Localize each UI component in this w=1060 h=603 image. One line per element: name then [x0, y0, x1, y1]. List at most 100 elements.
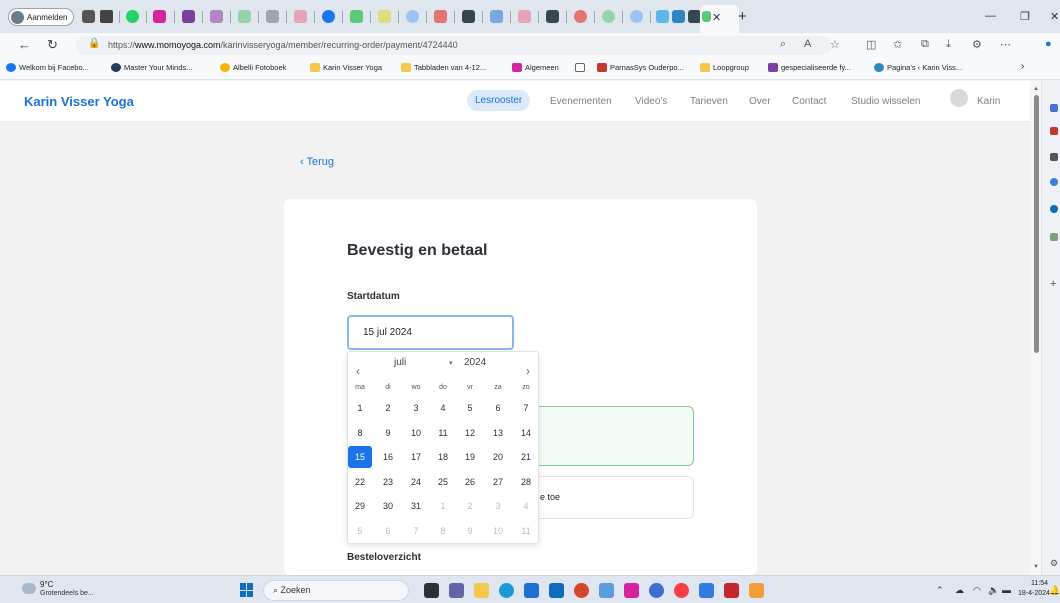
tab-icon[interactable] — [434, 10, 447, 23]
calendar-day[interactable]: 4 — [431, 397, 455, 419]
month-select[interactable]: juli — [394, 357, 406, 368]
windows-start-icon[interactable] — [240, 583, 254, 597]
favorites-icon[interactable]: ✩ — [893, 38, 902, 51]
calendar-day[interactable]: 17 — [404, 446, 428, 468]
calendar-day[interactable]: 25 — [431, 471, 455, 493]
instagram-taskbar-icon[interactable] — [624, 583, 639, 598]
nav-videos[interactable]: Video's — [635, 96, 667, 107]
bookmark-item[interactable]: gespecialiseerde fy... — [768, 63, 851, 72]
calendar-day[interactable]: 31 — [404, 495, 428, 517]
itunes-icon[interactable] — [674, 583, 689, 598]
close-tab-icon[interactable]: ✕ — [712, 11, 721, 24]
bookmark-folder[interactable]: Karin Visser Yoga — [310, 63, 382, 72]
calendar-day[interactable]: 21 — [514, 446, 538, 468]
powerpoint-icon[interactable] — [574, 583, 589, 598]
scroll-up-icon[interactable]: ▲ — [1033, 86, 1039, 92]
calendar-day[interactable]: 27 — [486, 471, 510, 493]
calendar-day[interactable]: 7 — [514, 397, 538, 419]
tab-icon[interactable] — [238, 10, 251, 23]
scroll-down-icon[interactable]: ▼ — [1033, 564, 1039, 570]
calendar-day[interactable]: 16 — [376, 446, 400, 468]
more-menu-icon[interactable]: ⋯ — [1000, 38, 1011, 51]
calendar-day[interactable]: 13 — [486, 422, 510, 444]
file-explorer-icon[interactable] — [474, 583, 489, 598]
calendar-day[interactable]: 5 — [458, 397, 482, 419]
app-icon[interactable] — [749, 583, 764, 598]
tab-icon[interactable] — [602, 10, 615, 23]
bookmark-item[interactable]: Master Your Minds... — [111, 63, 192, 72]
people-icon[interactable] — [1050, 153, 1058, 161]
split-screen-icon[interactable]: ◫ — [866, 38, 876, 51]
profile-button[interactable]: Aanmelden — [8, 8, 75, 26]
nav-user[interactable]: Karin — [977, 96, 1000, 107]
nav-contact[interactable]: Contact — [792, 96, 826, 107]
bookmark-folder[interactable]: Tabbladen van 4-12... — [401, 63, 486, 72]
bookmarks-overflow-icon[interactable]: › — [1021, 61, 1024, 72]
tray-overflow-icon[interactable]: ⌃ — [936, 585, 944, 596]
bookmark-item[interactable] — [575, 63, 585, 72]
games-icon[interactable] — [1050, 178, 1058, 186]
bookmark-folder[interactable]: Loopgroup — [700, 63, 749, 72]
edge-icon[interactable] — [499, 583, 514, 598]
calendar-day[interactable]: 8 — [348, 422, 372, 444]
start-date-input[interactable] — [347, 315, 514, 350]
facebook-tab-icon[interactable] — [322, 10, 335, 23]
downloads-icon[interactable]: ⤓ — [946, 38, 951, 51]
zoom-icon[interactable]: ⌕ — [780, 38, 786, 51]
calendar-day[interactable]: 28 — [514, 471, 538, 493]
tab-icon[interactable] — [672, 10, 685, 23]
extensions-icon[interactable]: ⚙ — [972, 38, 982, 51]
favorite-star-icon[interactable]: ☆ — [830, 38, 840, 51]
calendar-day[interactable]: 29 — [348, 495, 372, 517]
weather-icon[interactable] — [22, 583, 36, 594]
weather-text[interactable]: Grotendeels be... — [40, 590, 94, 597]
nav-tarieven[interactable]: Tarieven — [690, 96, 728, 107]
volume-icon[interactable]: 🔈 — [988, 585, 999, 596]
tab-icon[interactable] — [406, 10, 419, 23]
calendar-day[interactable]: 11 — [431, 422, 455, 444]
new-tab-icon[interactable]: + — [738, 8, 747, 25]
tab-icon[interactable] — [656, 10, 669, 23]
bookmark-item[interactable]: Welkom bij Facebo... — [6, 63, 89, 72]
calendar-day[interactable]: 24 — [404, 471, 428, 493]
tab-icon[interactable] — [518, 10, 531, 23]
calendar-day[interactable]: 1 — [348, 397, 372, 419]
sidebar-settings-icon[interactable]: ⚙ — [1050, 559, 1058, 568]
tab-icon[interactable] — [294, 10, 307, 23]
bookmark-item[interactable]: Algemeen — [512, 63, 559, 72]
lock-icon[interactable]: 🔒 — [88, 38, 100, 49]
nav-studio-wisselen[interactable]: Studio wisselen — [851, 96, 920, 107]
copilot-icon[interactable]: ● — [1045, 38, 1052, 50]
calendar-day[interactable]: 19 — [458, 446, 482, 468]
app-icon[interactable] — [649, 583, 664, 598]
tab-icon[interactable] — [462, 10, 475, 23]
back-arrow-icon[interactable]: ← — [18, 37, 31, 52]
whatsapp-tab-icon[interactable] — [126, 10, 139, 23]
tools-icon[interactable] — [1050, 233, 1058, 241]
calendar-day[interactable]: 15 — [348, 446, 372, 468]
weather-temp[interactable]: 9°C — [40, 580, 53, 589]
user-avatar[interactable] — [950, 89, 968, 107]
calendar-day[interactable]: 2 — [376, 397, 400, 419]
payment-option-selected[interactable] — [530, 406, 694, 466]
calendar-day[interactable]: 18 — [431, 446, 455, 468]
clock-time[interactable]: 11:54 — [1031, 580, 1048, 587]
onedrive-icon[interactable]: ☁ — [955, 585, 964, 596]
nav-evenementen[interactable]: Evenementen — [550, 96, 612, 107]
refresh-icon[interactable]: ↻ — [47, 37, 58, 53]
calendar-day[interactable]: 14 — [514, 422, 538, 444]
url-text[interactable]: https://www.momoyoga.com/karinvisseryoga… — [108, 40, 458, 50]
calendar-day[interactable]: 20 — [486, 446, 510, 468]
calendar-day[interactable]: 9 — [376, 422, 400, 444]
calendar-day[interactable]: 22 — [348, 471, 372, 493]
bookmark-item[interactable]: Albelli Fotoboek — [220, 63, 286, 72]
collections-icon[interactable]: ⧉ — [921, 38, 929, 51]
outlook-icon[interactable] — [1050, 205, 1058, 213]
next-month-icon[interactable]: › — [526, 364, 530, 378]
workspaces-icon[interactable] — [82, 10, 95, 23]
tab-icon[interactable] — [630, 10, 643, 23]
restore-icon[interactable]: ❐ — [1020, 10, 1030, 23]
taskbar-search[interactable]: ⌕ Zoeken — [263, 580, 409, 601]
calendar-day[interactable]: 3 — [404, 397, 428, 419]
back-link[interactable]: ‹ Terug — [300, 156, 334, 168]
